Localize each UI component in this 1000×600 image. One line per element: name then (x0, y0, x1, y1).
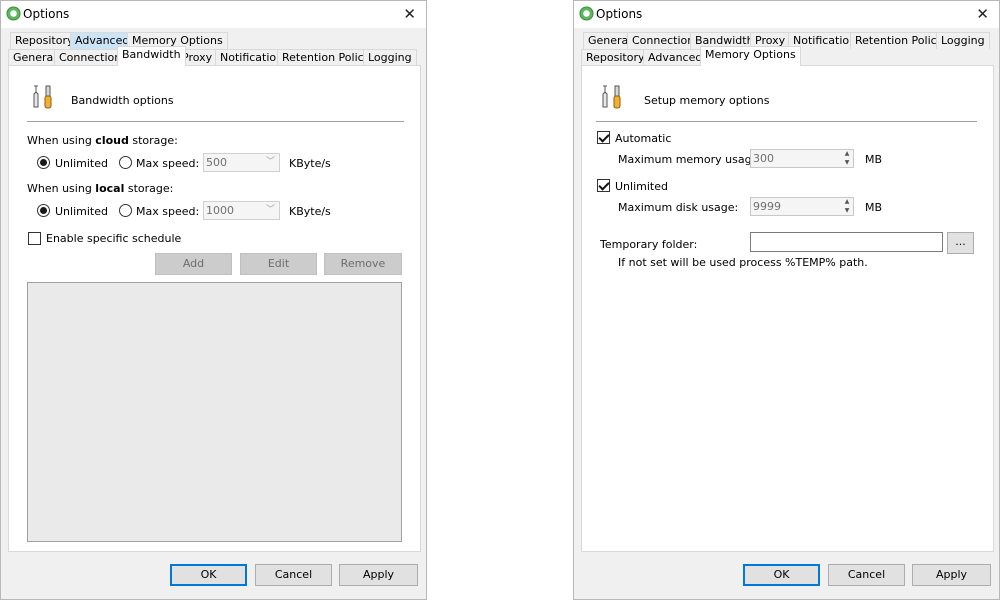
local-unlimited-label[interactable]: Unlimited (55, 205, 108, 218)
cloud-maxspeed-radio[interactable] (119, 156, 132, 169)
cloud-maxspeed-value: 500 (206, 156, 227, 169)
ok-button[interactable]: OK (170, 564, 247, 586)
ok-button[interactable]: OK (743, 564, 820, 586)
max-memory-unit: MB (865, 153, 883, 166)
chevron-down-icon: ﹀ (265, 205, 275, 215)
local-label-prefix: When using (27, 182, 92, 195)
unlimited-checkbox[interactable] (597, 179, 610, 192)
cloud-label-keyword: cloud (95, 134, 129, 147)
max-disk-stepper[interactable]: 9999 ▲ ▼ (750, 197, 854, 216)
cancel-button[interactable]: Cancel (255, 564, 332, 586)
options-window-bandwidth: Options ✕ Repository Advanced Memory Opt… (0, 0, 427, 600)
spin-down-icon[interactable]: ▼ (842, 207, 852, 215)
local-maxspeed-value: 1000 (206, 204, 234, 217)
schedule-checkbox[interactable] (28, 232, 41, 245)
local-maxspeed-combo[interactable]: 1000 ﹀ (203, 201, 280, 220)
schedule-list[interactable] (27, 282, 402, 542)
add-button[interactable]: Add (155, 253, 232, 275)
local-storage-label: When using local storage: (27, 182, 173, 195)
app-logo-icon (6, 6, 21, 21)
section-divider (27, 121, 404, 122)
tab-advanced[interactable]: Advanced (643, 49, 708, 66)
temp-folder-label: Temporary folder: (600, 238, 698, 251)
remove-button[interactable]: Remove (324, 253, 402, 275)
spin-down-icon[interactable]: ▼ (842, 159, 852, 167)
max-disk-value: 9999 (753, 200, 781, 213)
local-label-keyword: local (95, 182, 125, 195)
app-logo-icon (579, 6, 594, 21)
section-title: Bandwidth options (71, 94, 174, 107)
apply-button[interactable]: Apply (912, 564, 991, 586)
title-bar: Options ✕ (1, 1, 426, 28)
chevron-down-icon: ﹀ (265, 157, 275, 167)
max-memory-label: Maximum memory usage: (618, 153, 763, 166)
local-unit-label: KByte/s (289, 205, 331, 218)
automatic-checkbox[interactable] (597, 131, 610, 144)
tab-logging[interactable]: Logging (363, 49, 417, 66)
cloud-unlimited-label[interactable]: Unlimited (55, 157, 108, 170)
close-icon[interactable]: ✕ (976, 5, 989, 23)
tab-retention-policy[interactable]: Retention Policy (850, 32, 949, 49)
edit-button[interactable]: Edit (240, 253, 317, 275)
section-divider (596, 121, 977, 122)
max-memory-value: 300 (753, 152, 774, 165)
temp-folder-hint: If not set will be used process %TEMP% p… (618, 256, 868, 269)
window-title: Options (23, 7, 70, 21)
tab-memory-options[interactable]: Memory Options (700, 46, 801, 66)
tab-repository[interactable]: Repository (10, 32, 79, 49)
temp-folder-input[interactable] (750, 232, 943, 252)
cloud-maxspeed-label[interactable]: Max speed: (136, 157, 199, 170)
automatic-label[interactable]: Automatic (615, 132, 671, 145)
tab-logging[interactable]: Logging (936, 32, 990, 49)
cloud-label-suffix: storage: (132, 134, 178, 147)
local-maxspeed-radio[interactable] (119, 204, 132, 217)
unlimited-label[interactable]: Unlimited (615, 180, 668, 193)
section-title: Setup memory options (644, 94, 770, 107)
cloud-maxspeed-combo[interactable]: 500 ﹀ (203, 153, 280, 172)
schedule-label[interactable]: Enable specific schedule (46, 232, 181, 245)
local-unlimited-radio[interactable] (37, 204, 50, 217)
tools-icon (602, 85, 621, 109)
tab-bandwidth[interactable]: Bandwidth (117, 46, 186, 66)
close-icon[interactable]: ✕ (403, 5, 416, 23)
cloud-label-prefix: When using (27, 134, 92, 147)
spin-up-icon[interactable]: ▲ (842, 150, 852, 158)
tab-retention-policy[interactable]: Retention Policy (277, 49, 376, 66)
tab-connection[interactable]: Connection (54, 49, 127, 66)
options-window-memory: Options ✕ General Connection Bandwidth P… (573, 0, 1000, 600)
local-maxspeed-label[interactable]: Max speed: (136, 205, 199, 218)
browse-button[interactable]: ... (947, 232, 974, 254)
tab-connection[interactable]: Connection (627, 32, 700, 49)
title-bar: Options ✕ (574, 1, 999, 28)
max-disk-label: Maximum disk usage: (618, 201, 739, 214)
cloud-unlimited-radio[interactable] (37, 156, 50, 169)
local-label-suffix: storage: (127, 182, 174, 195)
apply-button[interactable]: Apply (339, 564, 418, 586)
max-disk-unit: MB (865, 201, 883, 214)
window-title: Options (596, 7, 643, 21)
cancel-button[interactable]: Cancel (828, 564, 905, 586)
max-memory-stepper[interactable]: 300 ▲ ▼ (750, 149, 854, 168)
cloud-storage-label: When using cloud storage: (27, 134, 178, 147)
cloud-unit-label: KByte/s (289, 157, 331, 170)
tools-icon (33, 85, 52, 109)
spin-up-icon[interactable]: ▲ (842, 198, 852, 206)
tab-repository[interactable]: Repository (581, 49, 650, 66)
